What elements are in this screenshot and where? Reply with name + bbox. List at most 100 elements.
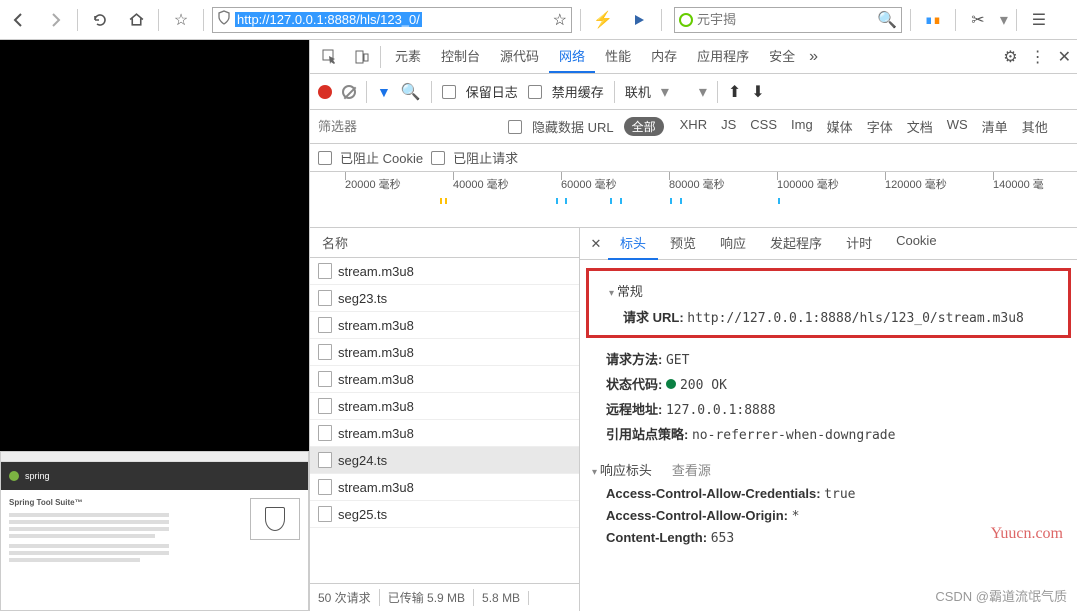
- file-icon: [318, 398, 332, 414]
- devtab-6[interactable]: 应用程序: [687, 40, 759, 73]
- filter-type[interactable]: JS: [715, 115, 742, 138]
- close-details-icon[interactable]: ✕: [584, 236, 608, 252]
- home-button[interactable]: [122, 6, 150, 34]
- back-button[interactable]: [5, 6, 33, 34]
- bookmark-star-icon[interactable]: ☆: [553, 10, 567, 30]
- file-icon: [318, 290, 332, 306]
- devtab-5[interactable]: 内存: [641, 40, 687, 73]
- detail-tab[interactable]: 标头: [608, 228, 658, 260]
- hide-data-url-checkbox[interactable]: [508, 120, 522, 134]
- request-row[interactable]: stream.m3u8: [310, 366, 579, 393]
- device-icon[interactable]: [348, 43, 376, 71]
- filter-type[interactable]: 其他: [1016, 115, 1054, 138]
- shield-icon: [217, 10, 231, 29]
- request-row[interactable]: stream.m3u8: [310, 393, 579, 420]
- url-text: http://127.0.0.1:8888/hls/123_0/: [235, 12, 422, 27]
- cut-icon[interactable]: ✂: [964, 6, 992, 34]
- disable-cache-label: 禁用缓存: [552, 82, 604, 101]
- devtools-tabs: 元素控制台源代码网络性能内存应用程序安全 » ⚙ ⋮ ✕: [310, 40, 1077, 74]
- upload-icon[interactable]: ⬆: [728, 82, 741, 102]
- close-devtools-icon[interactable]: ✕: [1058, 47, 1071, 67]
- detail-tab[interactable]: Cookie: [884, 228, 948, 260]
- filter-type[interactable]: 清单: [976, 115, 1014, 138]
- search-box[interactable]: 🔍: [674, 7, 902, 33]
- search-engine-icon: [679, 13, 693, 27]
- search-icon[interactable]: 🔍: [401, 82, 421, 102]
- clear-button[interactable]: [342, 85, 356, 99]
- name-column-header[interactable]: 名称: [310, 228, 579, 258]
- file-icon: [318, 506, 332, 522]
- url-bar[interactable]: http://127.0.0.1:8888/hls/123_0/ ☆: [212, 7, 572, 33]
- detail-tab[interactable]: 预览: [658, 228, 708, 260]
- download-icon[interactable]: ⬇: [751, 82, 764, 102]
- detail-tab[interactable]: 计时: [834, 228, 884, 260]
- cookie-filter-bar: 已阻止 Cookie 已阻止请求: [310, 144, 1077, 172]
- request-row[interactable]: seg23.ts: [310, 285, 579, 312]
- highlight-box: 常规 请求 URL: http://127.0.0.1:8888/hls/123…: [586, 268, 1071, 338]
- request-row[interactable]: stream.m3u8: [310, 420, 579, 447]
- file-icon: [318, 452, 332, 468]
- watermark-yuucn: Yuucn.com: [991, 525, 1063, 543]
- devtab-4[interactable]: 性能: [595, 40, 641, 73]
- blocked-req-checkbox[interactable]: [431, 151, 445, 165]
- general-section[interactable]: 常规: [597, 277, 1060, 304]
- request-row[interactable]: stream.m3u8: [310, 474, 579, 501]
- status-bar: 50 次请求已传输 5.9 MB5.8 MB: [310, 583, 579, 611]
- magnifier-icon[interactable]: 🔍: [877, 10, 897, 30]
- bolt-icon[interactable]: ⚡: [589, 6, 617, 34]
- devtab-7[interactable]: 安全: [759, 40, 805, 73]
- record-button[interactable]: [318, 85, 332, 99]
- preserve-log-checkbox[interactable]: [442, 85, 456, 99]
- detail-tab[interactable]: 响应: [708, 228, 758, 260]
- filter-all[interactable]: 全部: [624, 117, 664, 136]
- filter-type[interactable]: 文档: [901, 115, 939, 138]
- menu-icon[interactable]: ☰: [1025, 6, 1053, 34]
- search-input[interactable]: [697, 12, 873, 27]
- request-row[interactable]: stream.m3u8: [310, 258, 579, 285]
- filter-type[interactable]: Img: [785, 115, 819, 138]
- devtab-1[interactable]: 控制台: [431, 40, 490, 73]
- response-headers-section[interactable]: 响应标头查看源: [580, 456, 1077, 483]
- inspect-icon[interactable]: [316, 43, 344, 71]
- star-icon[interactable]: ☆: [167, 6, 195, 34]
- more-tabs-icon[interactable]: »: [809, 48, 818, 66]
- timeline[interactable]: 20000 毫秒40000 毫秒60000 毫秒80000 毫秒100000 毫…: [310, 172, 1077, 228]
- file-icon: [318, 425, 332, 441]
- blocked-cookie-label: 已阻止 Cookie: [340, 148, 423, 167]
- page-content: spring Spring Tool Suite™: [0, 40, 309, 611]
- devtab-0[interactable]: 元素: [385, 40, 431, 73]
- filter-type[interactable]: 字体: [861, 115, 899, 138]
- filter-bar: 隐藏数据 URL 全部 XHRJSCSSImg媒体字体文档WS清单其他: [310, 110, 1077, 144]
- browser-toolbar: ☆ http://127.0.0.1:8888/hls/123_0/ ☆ ⚡ 🔍…: [0, 0, 1077, 40]
- disable-cache-checkbox[interactable]: [528, 85, 542, 99]
- filter-type[interactable]: WS: [941, 115, 974, 138]
- throttle-select[interactable]: 联机: [625, 82, 651, 101]
- watermark-csdn: CSDN @霸道流氓气质: [935, 586, 1067, 605]
- devtab-3[interactable]: 网络: [549, 40, 595, 73]
- file-icon: [318, 317, 332, 333]
- filter-type[interactable]: CSS: [744, 115, 783, 138]
- blocked-cookie-checkbox[interactable]: [318, 151, 332, 165]
- request-row[interactable]: seg24.ts: [310, 447, 579, 474]
- play-icon[interactable]: [625, 6, 653, 34]
- request-row[interactable]: stream.m3u8: [310, 312, 579, 339]
- devtab-2[interactable]: 源代码: [490, 40, 549, 73]
- filter-type[interactable]: 媒体: [821, 115, 859, 138]
- extension-icon[interactable]: ∎∎: [919, 6, 947, 34]
- kebab-icon[interactable]: ⋮: [1030, 47, 1046, 67]
- filter-type[interactable]: XHR: [674, 115, 713, 138]
- request-list: 名称 stream.m3u8seg23.tsstream.m3u8stream.…: [310, 228, 580, 611]
- gear-icon[interactable]: ⚙: [1003, 47, 1017, 67]
- filter-input[interactable]: [318, 119, 498, 134]
- request-row[interactable]: stream.m3u8: [310, 339, 579, 366]
- request-row[interactable]: seg25.ts: [310, 501, 579, 528]
- file-icon: [318, 479, 332, 495]
- reload-button[interactable]: [86, 6, 114, 34]
- detail-tab[interactable]: 发起程序: [758, 228, 834, 260]
- request-details: ✕ 标头预览响应发起程序计时Cookie 常规 请求 URL: http://1…: [580, 228, 1077, 611]
- forward-button[interactable]: [41, 6, 69, 34]
- blocked-req-label: 已阻止请求: [453, 148, 518, 167]
- hide-data-url-label: 隐藏数据 URL: [532, 117, 614, 136]
- devtools: 元素控制台源代码网络性能内存应用程序安全 » ⚙ ⋮ ✕ ▼ 🔍 保留日志 禁用…: [309, 40, 1077, 611]
- filter-icon[interactable]: ▼: [377, 84, 391, 100]
